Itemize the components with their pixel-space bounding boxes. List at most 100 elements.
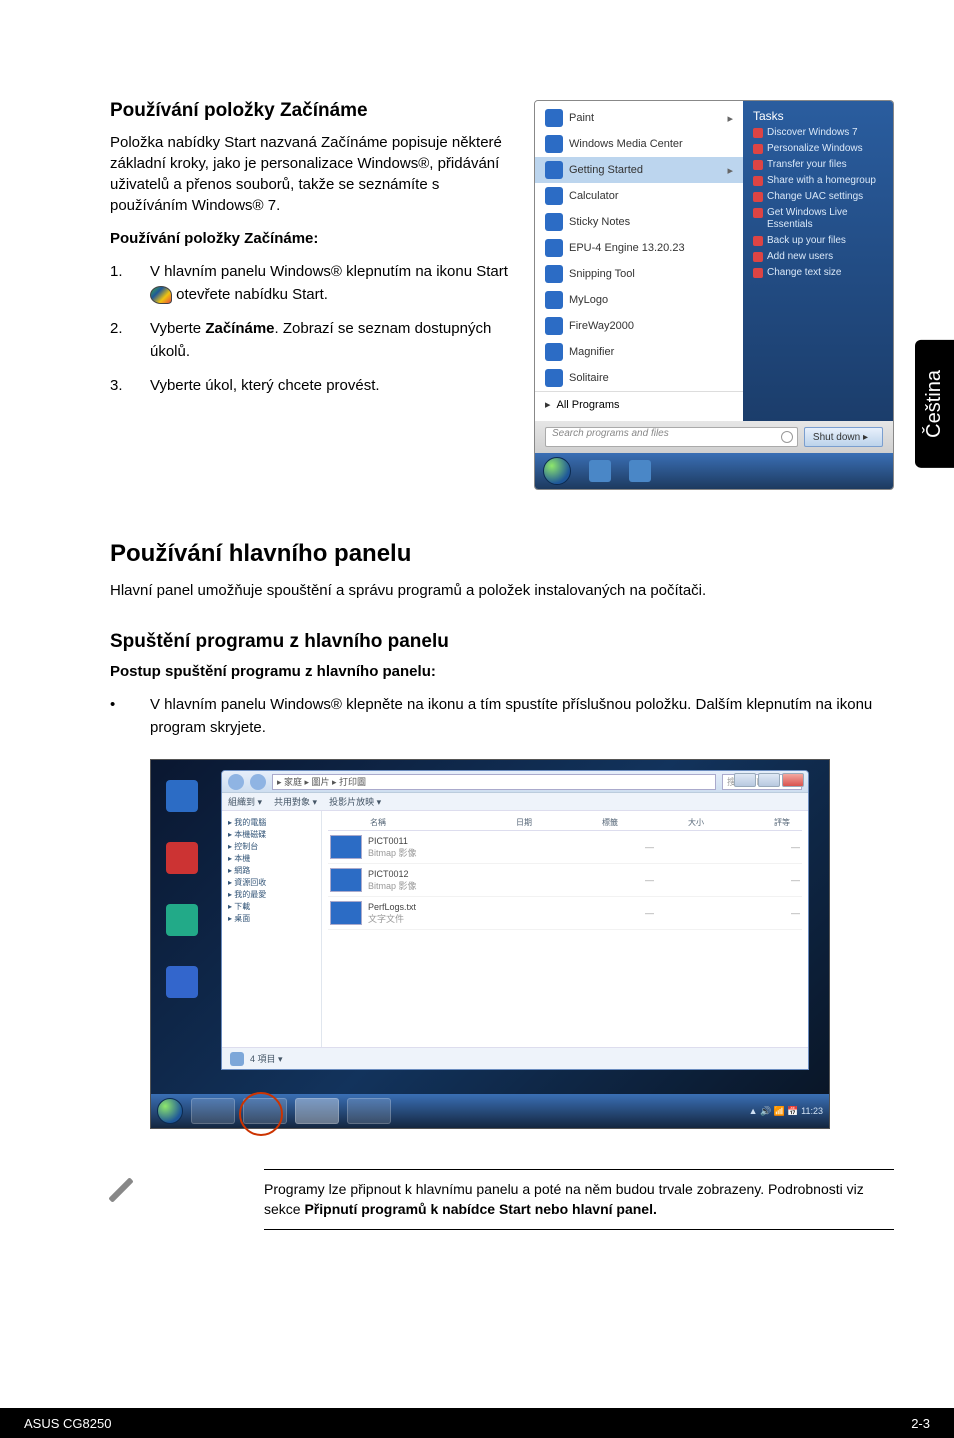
search-input[interactable]: Search programs and files bbox=[545, 427, 798, 447]
section1-intro: Položka nabídky Start nazvaná Začínáme p… bbox=[110, 132, 514, 216]
app-icon bbox=[545, 291, 563, 309]
tasks-title: Tasks bbox=[753, 109, 883, 123]
app-icon bbox=[545, 187, 563, 205]
task-link[interactable]: Add new users bbox=[753, 251, 883, 263]
start-menu-item[interactable]: Solitaire bbox=[535, 365, 743, 391]
start-orb-icon[interactable] bbox=[543, 457, 571, 485]
all-programs[interactable]: ▸ All Programs bbox=[535, 391, 743, 417]
explorer-screenshot: ▸ 家庭 ▸ 圖片 ▸ 打印圖 搜尋 打印 組織到 ▾ 共用對象 ▾ 投影片放映… bbox=[150, 759, 830, 1129]
app-icon bbox=[545, 265, 563, 283]
start-menu-item[interactable]: FireWay2000 bbox=[535, 313, 743, 339]
taskbar-button[interactable] bbox=[243, 1098, 287, 1124]
nav-item[interactable]: ▸ 桌面 bbox=[228, 913, 315, 925]
taskbar-icon[interactable] bbox=[589, 460, 611, 482]
footer-right: 2-3 bbox=[911, 1416, 930, 1431]
section3-bullets: • V hlavním panelu Windows® klepněte na … bbox=[110, 694, 894, 739]
taskbar-button[interactable] bbox=[191, 1098, 235, 1124]
nav-item[interactable]: ▸ 網路 bbox=[228, 865, 315, 877]
task-icon bbox=[753, 236, 763, 246]
file-thumbnail-icon bbox=[330, 868, 362, 892]
column-header[interactable]: 日期 bbox=[456, 817, 542, 828]
task-link[interactable]: Back up your files bbox=[753, 235, 883, 247]
file-thumbnail-icon bbox=[330, 901, 362, 925]
task-link[interactable]: Discover Windows 7 bbox=[753, 127, 883, 139]
column-header[interactable]: 名稱 bbox=[330, 817, 456, 828]
footer-left: ASUS CG8250 bbox=[24, 1416, 111, 1431]
taskbar: ▲ 🔊 📶 📅 11:23 bbox=[151, 1094, 829, 1128]
start-menu-item[interactable]: Sticky Notes bbox=[535, 209, 743, 235]
file-list: 名稱日期標籤大小評等 PICT0011Bitmap 影像——PICT0012Bi… bbox=[322, 811, 808, 1047]
nav-item[interactable]: ▸ 我的電腦 bbox=[228, 817, 315, 829]
pencil-icon bbox=[110, 1169, 160, 1209]
app-icon bbox=[545, 161, 563, 179]
shutdown-button[interactable]: Shut down ▸ bbox=[804, 427, 883, 447]
start-menu-item[interactable]: Getting Started▸ bbox=[535, 157, 743, 183]
note-text: Programy lze připnout k hlavnímu panelu … bbox=[264, 1180, 894, 1219]
step-text: Vyberte úkol, který chcete provést. bbox=[150, 375, 514, 398]
system-tray[interactable]: ▲ 🔊 📶 📅 11:23 bbox=[749, 1106, 823, 1117]
nav-item[interactable]: ▸ 本機 bbox=[228, 853, 315, 865]
start-menu-item[interactable]: Calculator bbox=[535, 183, 743, 209]
explorer-window: ▸ 家庭 ▸ 圖片 ▸ 打印圖 搜尋 打印 組織到 ▾ 共用對象 ▾ 投影片放映… bbox=[221, 770, 809, 1070]
toolbar-item[interactable]: 組織到 ▾ bbox=[228, 795, 262, 808]
file-row[interactable]: PICT0012Bitmap 影像—— bbox=[328, 864, 802, 897]
start-menu-item[interactable]: Windows Media Center bbox=[535, 131, 743, 157]
column-header[interactable]: 標籤 bbox=[542, 817, 628, 828]
desktop-icon[interactable] bbox=[163, 904, 201, 952]
file-row[interactable]: PerfLogs.txt文字文件—— bbox=[328, 897, 802, 930]
window-controls[interactable] bbox=[734, 773, 804, 787]
app-icon bbox=[545, 343, 563, 361]
back-button[interactable] bbox=[228, 774, 244, 790]
explorer-toolbar: 組織到 ▾ 共用對象 ▾ 投影片放映 ▾ bbox=[222, 793, 808, 811]
nav-item[interactable]: ▸ 控制台 bbox=[228, 841, 315, 853]
task-icon bbox=[753, 252, 763, 262]
start-menu-screenshot: Paint▸Windows Media CenterGetting Starte… bbox=[534, 100, 894, 490]
start-menu-tasks-pane: Tasks Discover Windows 7 Personalize Wind… bbox=[743, 101, 893, 421]
file-row[interactable]: PICT0011Bitmap 影像—— bbox=[328, 831, 802, 864]
app-icon bbox=[545, 239, 563, 257]
start-orb-icon[interactable] bbox=[157, 1098, 183, 1124]
forward-button[interactable] bbox=[250, 774, 266, 790]
list-headers: 名稱日期標籤大小評等 bbox=[328, 815, 802, 831]
desktop-icon[interactable] bbox=[163, 780, 201, 828]
task-link[interactable]: Change UAC settings bbox=[753, 191, 883, 203]
bullet-marker: • bbox=[110, 694, 150, 739]
task-icon bbox=[753, 208, 763, 218]
desktop-icon[interactable] bbox=[163, 842, 201, 890]
section1-howto-title: Používání položky Začínáme: bbox=[110, 230, 514, 247]
taskbar-icon[interactable] bbox=[629, 460, 651, 482]
section2-intro: Hlavní panel umožňuje spouštění a správu… bbox=[110, 580, 894, 601]
toolbar-item[interactable]: 投影片放映 ▾ bbox=[329, 795, 381, 808]
task-link[interactable]: Share with a homegroup bbox=[753, 175, 883, 187]
column-header[interactable]: 大小 bbox=[628, 817, 714, 828]
status-bar: 4 項目 ▾ bbox=[222, 1047, 808, 1069]
taskbar bbox=[535, 453, 893, 489]
task-icon bbox=[753, 160, 763, 170]
start-menu-item[interactable]: EPU-4 Engine 13.20.23 bbox=[535, 235, 743, 261]
desktop-icon[interactable] bbox=[163, 966, 201, 1014]
app-icon bbox=[545, 317, 563, 335]
start-menu-item[interactable]: Paint▸ bbox=[535, 105, 743, 131]
task-link[interactable]: Transfer your files bbox=[753, 159, 883, 171]
task-link[interactable]: Personalize Windows bbox=[753, 143, 883, 155]
note-block: Programy lze připnout k hlavnímu panelu … bbox=[110, 1169, 894, 1240]
task-link[interactable]: Get Windows Live Essentials bbox=[753, 207, 883, 231]
toolbar-item[interactable]: 共用對象 ▾ bbox=[274, 795, 317, 808]
start-menu-item[interactable]: MyLogo bbox=[535, 287, 743, 313]
nav-item[interactable]: ▸ 資源回收 bbox=[228, 877, 315, 889]
task-icon bbox=[753, 128, 763, 138]
task-icon bbox=[753, 192, 763, 202]
address-bar[interactable]: ▸ 家庭 ▸ 圖片 ▸ 打印圖 bbox=[272, 774, 716, 790]
nav-item[interactable]: ▸ 下載 bbox=[228, 901, 315, 913]
start-menu-item[interactable]: Snipping Tool bbox=[535, 261, 743, 287]
start-menu-item[interactable]: Magnifier bbox=[535, 339, 743, 365]
column-header[interactable]: 評等 bbox=[714, 817, 800, 828]
step-text: Vyberte Začínáme. Zobrazí se seznam dost… bbox=[150, 318, 514, 363]
taskbar-button[interactable] bbox=[347, 1098, 391, 1124]
taskbar-button[interactable] bbox=[295, 1098, 339, 1124]
app-icon bbox=[545, 109, 563, 127]
task-link[interactable]: Change text size bbox=[753, 267, 883, 279]
task-icon bbox=[753, 268, 763, 278]
nav-item[interactable]: ▸ 我的最愛 bbox=[228, 889, 315, 901]
nav-item[interactable]: ▸ 本機磁碟 bbox=[228, 829, 315, 841]
